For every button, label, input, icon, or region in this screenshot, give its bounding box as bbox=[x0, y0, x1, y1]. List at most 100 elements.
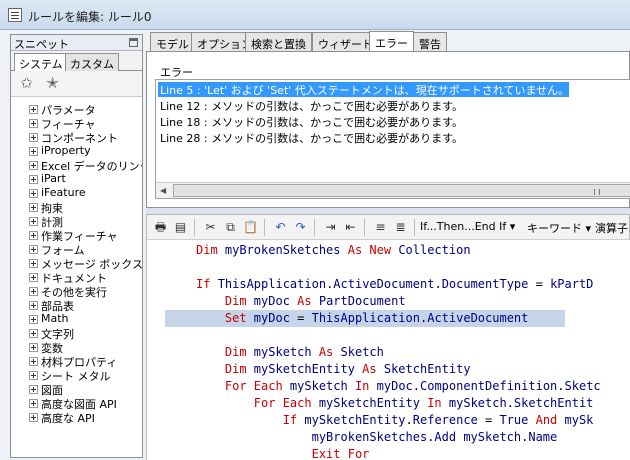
code-line[interactable]: Exit For bbox=[196, 446, 370, 460]
toolbar-separator bbox=[364, 219, 365, 236]
comment-icon[interactable]: ≡ bbox=[372, 219, 389, 236]
tab-errors[interactable]: エラー bbox=[369, 31, 414, 52]
redo-icon[interactable]: ↷ bbox=[292, 219, 309, 236]
code-token: Exit For bbox=[196, 447, 370, 460]
expand-icon[interactable] bbox=[29, 119, 38, 128]
code-token: Dim bbox=[196, 243, 225, 257]
expand-icon[interactable] bbox=[29, 161, 38, 170]
code-token: As New bbox=[347, 243, 399, 257]
tab-find-replace[interactable]: 検索と置換 bbox=[245, 32, 312, 51]
expand-icon[interactable] bbox=[29, 259, 38, 268]
expand-icon[interactable] bbox=[29, 399, 38, 408]
expand-icon[interactable] bbox=[29, 287, 38, 296]
code-line[interactable]: Dim mySketch As Sketch bbox=[196, 344, 384, 361]
code-line[interactable]: For Each mySketchEntity In mySketch.Sket… bbox=[196, 395, 594, 412]
expand-icon[interactable] bbox=[29, 315, 38, 324]
expand-icon[interactable] bbox=[29, 385, 38, 394]
expand-icon[interactable] bbox=[29, 105, 38, 114]
code-token: myBrokenSketches bbox=[196, 430, 428, 444]
expand-icon[interactable] bbox=[29, 175, 38, 184]
code-editor[interactable]: Dim myBrokenSketches As New Collection If… bbox=[146, 240, 630, 460]
code-line[interactable]: myBrokenSketches.Add mySketch.Name bbox=[196, 429, 558, 446]
expand-icon[interactable] bbox=[29, 147, 38, 156]
expand-icon[interactable] bbox=[29, 273, 38, 282]
scrollbar-thumb[interactable] bbox=[173, 184, 630, 197]
expand-icon[interactable] bbox=[29, 231, 38, 240]
toolbar-separator bbox=[314, 219, 315, 236]
pin-icon[interactable] bbox=[129, 38, 138, 47]
tab-model[interactable]: モデル bbox=[150, 32, 195, 51]
code-token: Dim bbox=[196, 345, 254, 359]
tree-item-label: iPart bbox=[41, 172, 66, 185]
code-token: myBrokenSketches bbox=[224, 243, 348, 257]
outdent-icon[interactable]: ⇤ bbox=[342, 219, 359, 236]
expand-icon[interactable] bbox=[29, 203, 38, 212]
scroll-left-arrow-icon[interactable]: ◀ bbox=[160, 186, 166, 195]
tree-item-label: Math bbox=[41, 312, 69, 325]
code-token: mySketchEntity bbox=[253, 362, 363, 376]
expand-icon[interactable] bbox=[29, 329, 38, 338]
horizontal-scrollbar[interactable]: ◀ bbox=[156, 182, 630, 198]
edit-star-icon[interactable]: ✭ bbox=[44, 75, 61, 92]
if-then-dropdown[interactable]: If...Then...End If ▾ bbox=[420, 220, 515, 233]
code-token: For Each bbox=[196, 396, 319, 410]
indent-icon[interactable]: ⇥ bbox=[322, 219, 339, 236]
undo-icon[interactable]: ↶ bbox=[272, 219, 289, 236]
expand-icon[interactable] bbox=[29, 371, 38, 380]
code-token: mySketchEntity bbox=[304, 413, 406, 427]
code-token: DocumentType bbox=[441, 277, 536, 291]
code-line[interactable]: Dim myDoc As PartDocument bbox=[196, 293, 406, 310]
cut-icon[interactable]: ✂ bbox=[202, 219, 219, 236]
print-preview-icon[interactable]: ▤ bbox=[172, 219, 189, 236]
tab-custom[interactable]: カスタム bbox=[65, 53, 119, 71]
code-token: myDoc bbox=[253, 311, 298, 325]
tab-system[interactable]: システム bbox=[14, 53, 68, 72]
expand-icon[interactable] bbox=[29, 217, 38, 226]
print-icon[interactable]: 🖶 bbox=[152, 219, 169, 236]
code-token: As bbox=[297, 294, 319, 308]
snippet-tree: パラメータ フィーチャ コンポーネント iProperty Excel データのリンク i… bbox=[11, 97, 142, 457]
code-token: myDoc bbox=[253, 294, 298, 308]
code-line[interactable]: Set myDoc = ThisApplication.ActiveDocume… bbox=[165, 310, 565, 327]
expand-icon[interactable] bbox=[29, 133, 38, 142]
code-line[interactable]: If ThisApplication.ActiveDocument.Docume… bbox=[196, 276, 593, 293]
operator-dropdown[interactable]: 演算子 bbox=[595, 220, 628, 236]
code-token: ActiveDocument bbox=[333, 277, 435, 291]
toolbar-separator bbox=[264, 219, 265, 236]
copy-icon[interactable]: ⧉ bbox=[222, 219, 239, 236]
uncomment-icon[interactable]: ≣ bbox=[392, 219, 409, 236]
chevron-down-icon: ▾ bbox=[509, 220, 516, 233]
expand-icon[interactable] bbox=[29, 357, 38, 366]
code-token: If bbox=[196, 277, 218, 291]
error-row[interactable]: Line 5 : 'Let' および 'Set' 代入ステートメントは、現在サポ… bbox=[158, 82, 570, 97]
code-line[interactable]: Dim myBrokenSketches As New Collection bbox=[196, 242, 471, 259]
rule-tabs: モデル オプション 検索と置換 ウィザード エラー 警告 bbox=[146, 31, 630, 52]
tree-item-label: iFeature bbox=[41, 186, 86, 199]
error-row[interactable]: Line 28 : メソッドの引数は、かっこで囲む必要があります。 bbox=[158, 130, 463, 145]
error-row[interactable]: Line 12 : メソッドの引数は、かっこで囲む必要があります。 bbox=[158, 98, 463, 113]
code-token: Sketch bbox=[340, 345, 384, 359]
code-token: ThisApplication bbox=[311, 311, 420, 325]
expand-icon[interactable] bbox=[29, 245, 38, 254]
add-star-icon[interactable]: ✩ bbox=[18, 75, 35, 92]
tab-warnings[interactable]: 警告 bbox=[413, 32, 447, 51]
code-line[interactable]: For Each mySketch In myDoc.ComponentDefi… bbox=[196, 378, 601, 395]
code-line[interactable]: Dim mySketchEntity As SketchEntity bbox=[196, 361, 471, 378]
code-line[interactable]: If mySketchEntity.Reference = True And m… bbox=[196, 412, 594, 429]
keyword-dropdown[interactable]: キーワード ▾ bbox=[527, 220, 591, 236]
code-token: As bbox=[362, 362, 384, 376]
snippets-pane: スニペット システム カスタム ✩ ✭ パラメータ フィーチャ コンポーネント iPr… bbox=[10, 34, 143, 458]
paste-icon[interactable]: 📋 bbox=[242, 219, 259, 236]
expand-icon[interactable] bbox=[29, 301, 38, 310]
keyword-dropdown-label: キーワード bbox=[527, 222, 582, 235]
expand-icon[interactable] bbox=[29, 413, 38, 422]
code-token: kPartD bbox=[550, 277, 594, 291]
code-token: myDoc bbox=[376, 379, 413, 393]
tree-item-label: iProperty bbox=[41, 144, 91, 157]
code-token: Dim bbox=[196, 362, 254, 376]
expand-icon[interactable] bbox=[29, 343, 38, 352]
code-token: Sketc bbox=[564, 379, 601, 393]
error-row[interactable]: Line 18 : メソッドの引数は、かっこで囲む必要があります。 bbox=[158, 114, 463, 129]
code-token: ThisApplication bbox=[217, 277, 327, 291]
expand-icon[interactable] bbox=[29, 189, 38, 198]
